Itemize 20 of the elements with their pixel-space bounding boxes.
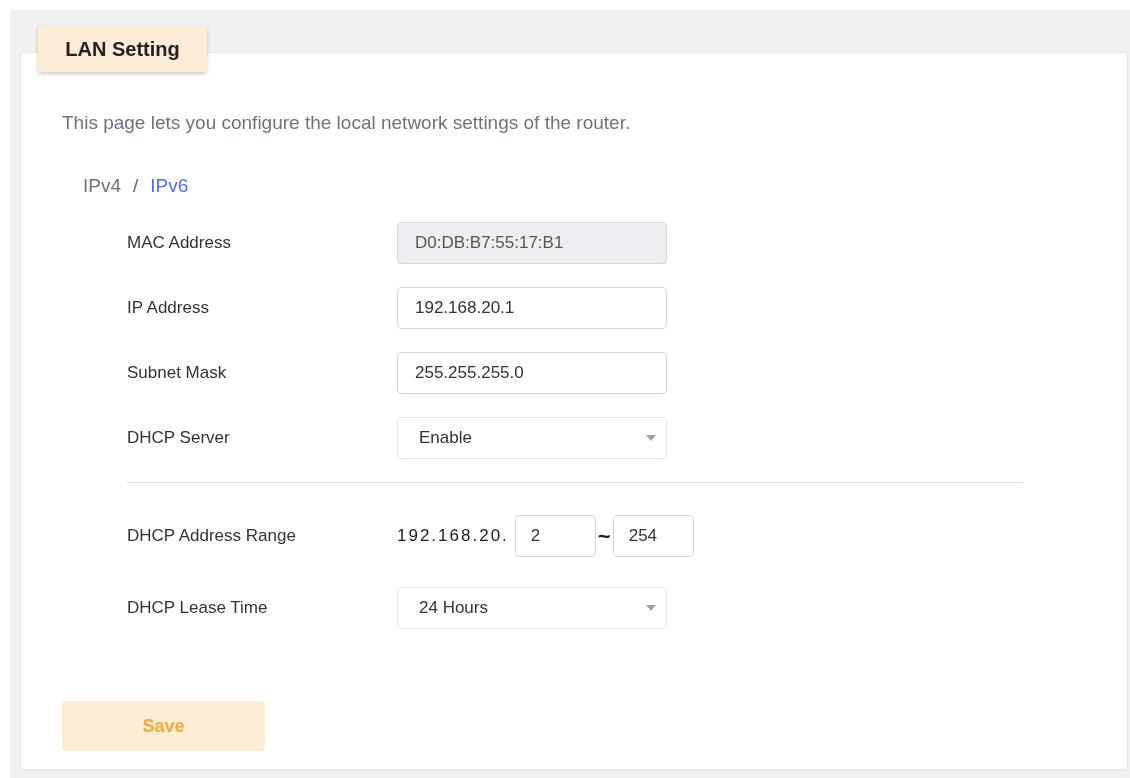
- field-label: IP Address: [127, 297, 210, 320]
- field-label: Subnet Mask: [127, 362, 228, 385]
- tab-separator: /: [133, 173, 139, 198]
- range-end-field[interactable]: 254: [612, 515, 694, 557]
- field-label: DHCP Server: [127, 427, 231, 450]
- tilde: ~: [597, 522, 611, 551]
- page-description: This page lets you configure the local network settings of the router.: [62, 111, 632, 135]
- dropdown[interactable]: 24 Hours: [397, 587, 667, 629]
- ip-version-tab[interactable]: IPv6: [150, 171, 189, 200]
- dropdown[interactable]: Enable: [397, 417, 667, 459]
- caret-icon: [646, 435, 656, 441]
- text-field[interactable]: 255.255.255.0: [397, 352, 667, 394]
- text-field[interactable]: 192.168.20.1: [397, 287, 667, 329]
- range-start-field[interactable]: 2: [514, 515, 596, 557]
- field-label: MAC Address: [127, 232, 232, 255]
- ip-version-tab[interactable]: IPv4: [83, 171, 122, 200]
- field-label: DHCP Lease Time: [127, 597, 269, 620]
- field-label: DHCP Address Range: [127, 525, 297, 548]
- ip-prefix: 192.168.20.: [397, 525, 509, 548]
- caret-icon: [646, 605, 656, 611]
